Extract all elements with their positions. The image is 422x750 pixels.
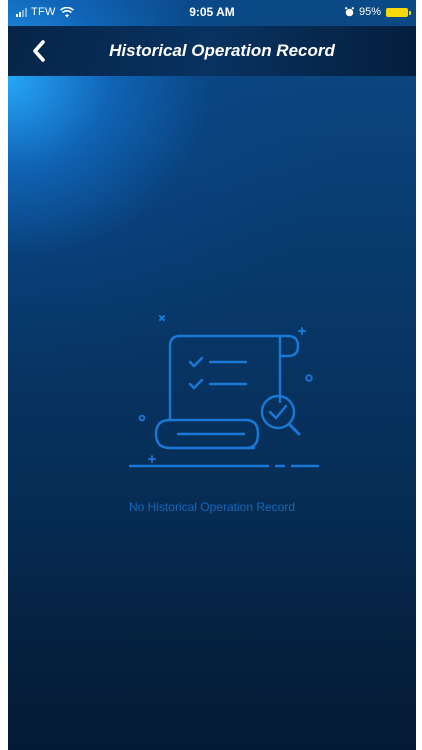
chevron-left-icon xyxy=(33,40,45,62)
nav-bar: Historical Operation Record xyxy=(8,26,416,76)
status-right: 95% xyxy=(345,6,411,18)
battery-percent: 95% xyxy=(358,6,381,18)
background-shade xyxy=(8,530,416,750)
empty-state-message: No Historical Operation Record xyxy=(128,500,296,514)
page-title: Historical Operation Record xyxy=(109,41,335,60)
app-screen: TFW 9:05 AM 95% Historical Operation Rec… xyxy=(8,0,416,750)
back-button[interactable] xyxy=(26,36,54,66)
document-scroll-search-icon xyxy=(128,315,320,468)
status-bar: TFW 9:05 AM 95% xyxy=(8,0,416,26)
empty-state-illustration xyxy=(116,300,326,480)
alarm-icon xyxy=(345,7,354,17)
battery-icon xyxy=(386,7,411,17)
